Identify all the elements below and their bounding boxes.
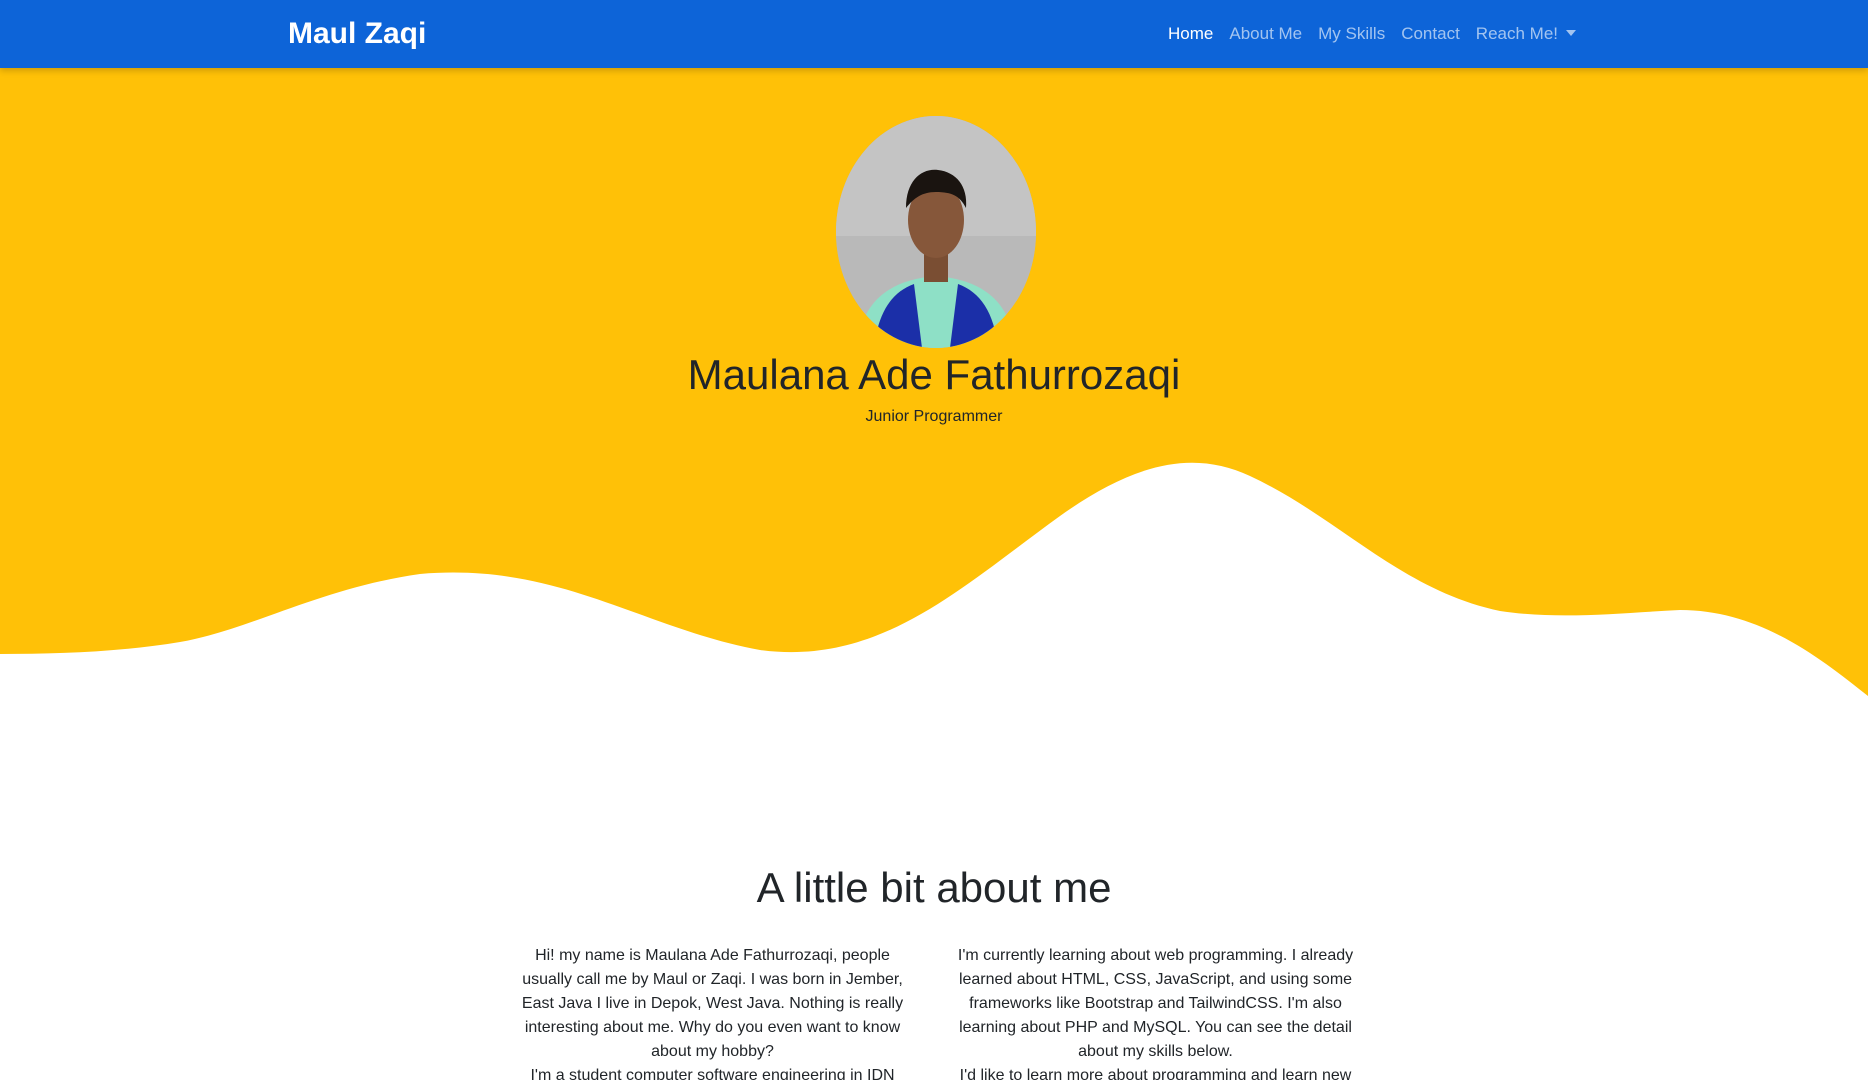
- hero-name: Maulana Ade Fathurrozaqi: [687, 351, 1181, 398]
- nav-reach-me-dropdown[interactable]: Reach Me!: [1476, 22, 1576, 46]
- about-columns: Hi! my name is Maulana Ade Fathurrozaqi,…: [508, 944, 1360, 1080]
- nav-links: Home About Me My Skills Contact Reach Me…: [1152, 22, 1576, 46]
- about-right-paragraph-2: I'd like to learn more about programming…: [959, 1067, 1352, 1080]
- about-right-paragraph-1: I'm currently learning about web program…: [957, 947, 1354, 1060]
- about-column-right: I'm currently learning about web program…: [951, 944, 1360, 1080]
- nav-my-skills[interactable]: My Skills: [1318, 24, 1385, 43]
- caret-down-icon: [1566, 30, 1576, 36]
- brand-logo[interactable]: Maul Zaqi: [288, 16, 426, 52]
- nav-home[interactable]: Home: [1168, 24, 1213, 43]
- hero-role: Junior Programmer: [865, 408, 1003, 425]
- nav-contact[interactable]: Contact: [1401, 24, 1460, 43]
- about-left-paragraph-1: Hi! my name is Maulana Ade Fathurrozaqi,…: [521, 947, 904, 1060]
- nav-about-me[interactable]: About Me: [1229, 24, 1302, 43]
- about-left-paragraph-2: I'm a student computer software engineer…: [530, 1067, 895, 1080]
- about-title: A little bit about me: [756, 864, 1112, 911]
- about-column-left: Hi! my name is Maulana Ade Fathurrozaqi,…: [508, 944, 917, 1080]
- nav-reach-me[interactable]: Reach Me!: [1476, 24, 1558, 43]
- profile-photo: [836, 116, 1036, 348]
- navbar: Maul Zaqi Home About Me My Skills Contac…: [0, 0, 1868, 68]
